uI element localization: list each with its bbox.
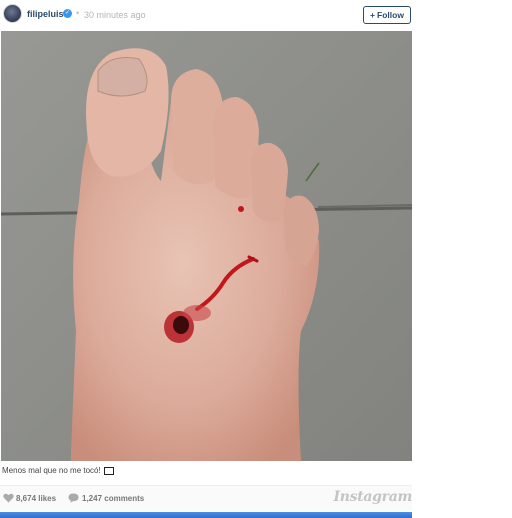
post-footer: 8,674 likes 1,247 comments Instagram	[0, 485, 412, 511]
comment-bubble-icon[interactable]	[68, 493, 79, 503]
post-timestamp[interactable]: 30 minutes ago	[84, 10, 146, 20]
foot-photo-image	[1, 31, 412, 461]
user-avatar[interactable]	[3, 4, 22, 23]
follow-button[interactable]: + Follow	[363, 6, 411, 24]
follow-label: Follow	[377, 10, 404, 20]
plus-icon: +	[370, 10, 376, 20]
bottom-accent-bar	[0, 512, 412, 518]
caption-text: Menos mal que no me tocó!	[2, 466, 101, 475]
separator-dot: •	[76, 8, 80, 18]
post-header: filipeluis ✓ • 30 minutes ago + Follow	[0, 0, 412, 31]
instagram-logo[interactable]: Instagram	[334, 489, 413, 505]
likes-count[interactable]: 8,674 likes	[16, 494, 56, 503]
instagram-post: filipeluis ✓ • 30 minutes ago + Follow M…	[0, 0, 412, 518]
heart-icon[interactable]	[3, 493, 14, 503]
comments-count[interactable]: 1,247 comments	[82, 494, 144, 503]
post-photo[interactable]	[1, 31, 412, 461]
username-link[interactable]: filipeluis	[27, 9, 64, 19]
post-caption: Menos mal que no me tocó!	[2, 466, 114, 475]
unrendered-emoji-glyph	[103, 466, 114, 475]
verified-badge-icon: ✓	[63, 9, 72, 18]
